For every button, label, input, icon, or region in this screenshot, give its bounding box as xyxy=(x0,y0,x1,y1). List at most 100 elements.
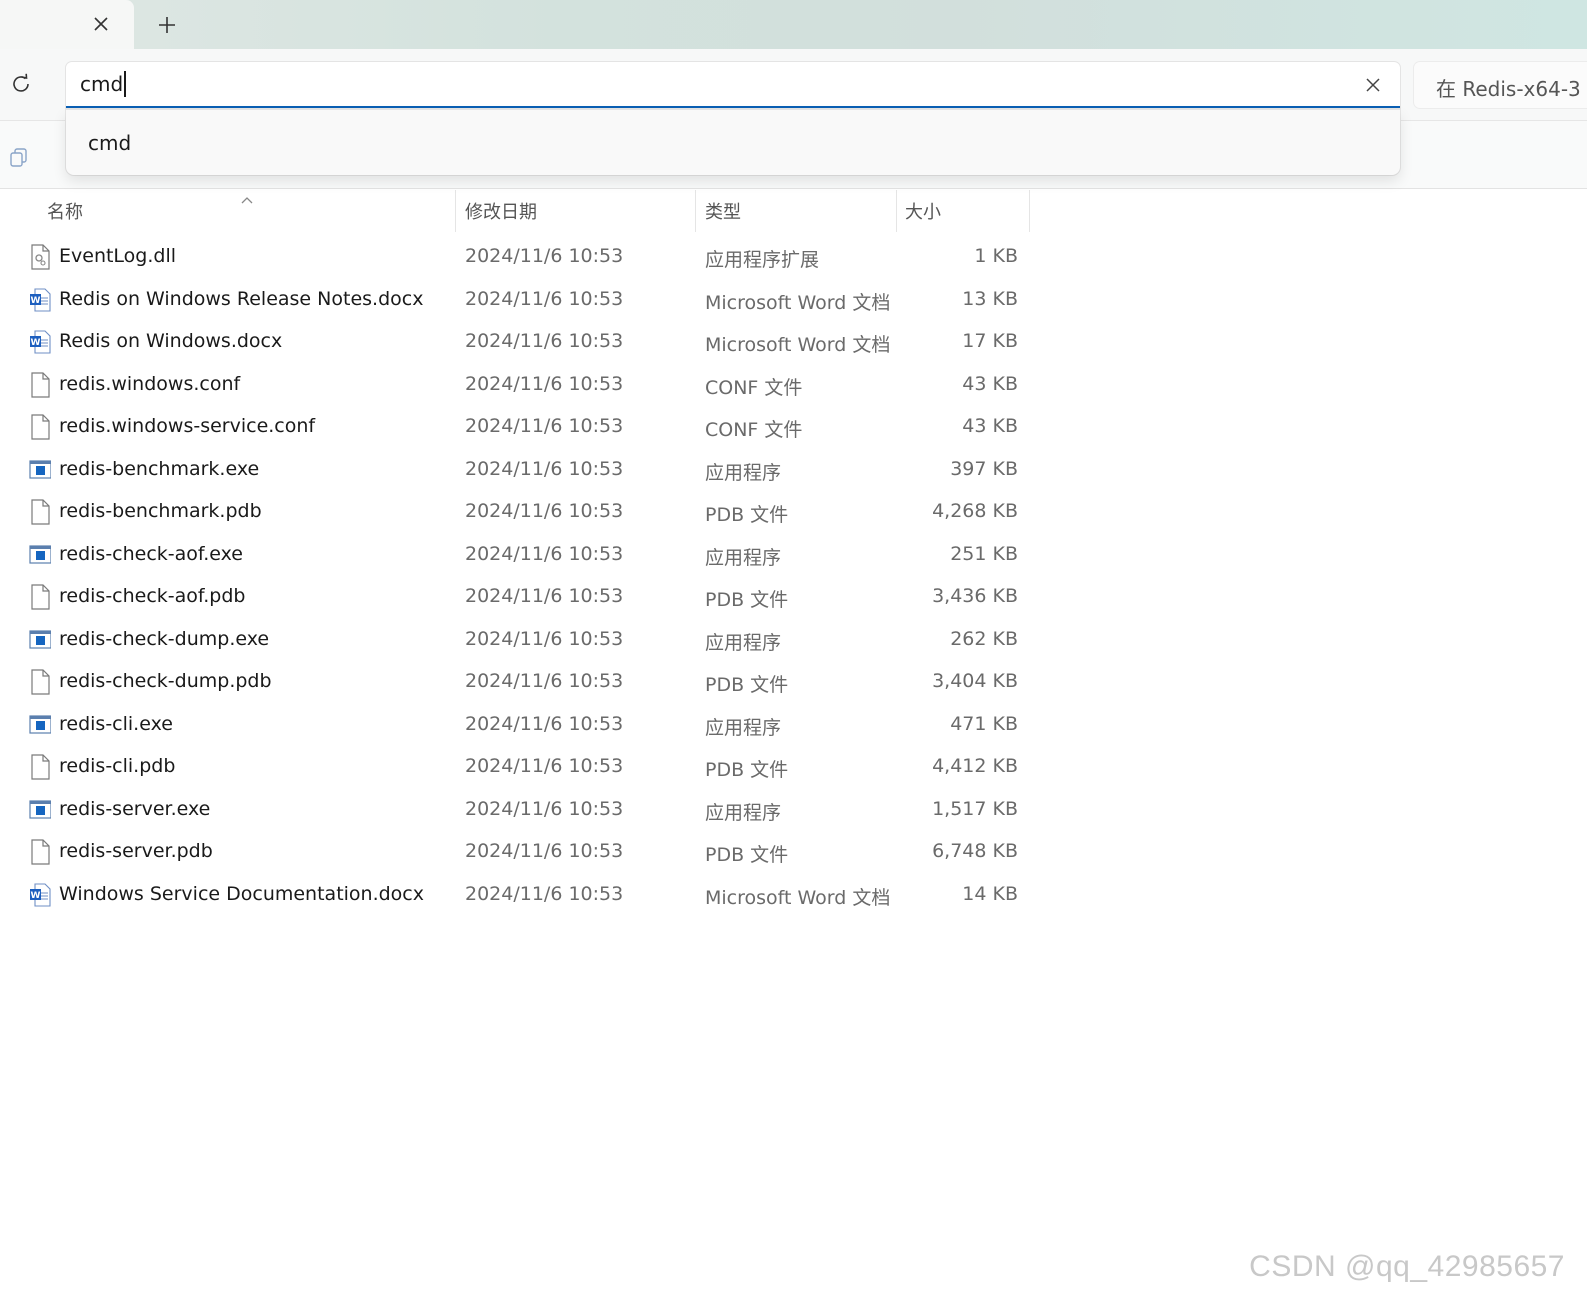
file-size: 13 KB xyxy=(962,287,1018,310)
active-tab[interactable] xyxy=(0,0,134,49)
word-document-icon: W xyxy=(29,329,51,355)
file-type: CONF 文件 xyxy=(705,419,803,441)
file-row[interactable]: redis-check-dump.exe 2024/11/6 10:53 应用程序 2… xyxy=(0,619,1040,661)
column-divider[interactable] xyxy=(896,190,897,232)
suggestion-label: cmd xyxy=(88,130,132,155)
file-row[interactable]: W Windows Service Documentation.docx 2024/… xyxy=(0,874,1040,916)
file-row[interactable]: EventLog.dll 2024/11/6 10:53 应用程序扩展 1 KB xyxy=(0,236,1040,278)
file-row[interactable]: redis-check-aof.exe 2024/11/6 10:53 应用程序 25… xyxy=(0,534,1040,576)
dll-file-icon xyxy=(29,244,51,270)
file-date: 2024/11/6 10:53 xyxy=(465,882,624,905)
exe-app-icon xyxy=(29,712,52,738)
plus-icon xyxy=(159,17,175,33)
text-caret xyxy=(124,71,127,97)
exe-app-icon xyxy=(29,542,52,568)
file-row[interactable]: redis.windows.conf 2024/11/6 10:53 CONF 文件… xyxy=(0,364,1040,406)
file-size: 14 KB xyxy=(962,882,1018,905)
file-date: 2024/11/6 10:53 xyxy=(465,415,624,437)
copy-button[interactable] xyxy=(6,145,32,169)
file-name: Redis on Windows.docx xyxy=(59,330,283,352)
svg-text:W: W xyxy=(31,891,41,901)
blank-file-icon xyxy=(29,669,51,695)
file-name: redis-check-dump.exe xyxy=(59,627,270,650)
clear-address-button[interactable] xyxy=(1360,72,1386,98)
file-type: 应用程序 xyxy=(705,801,782,824)
file-date: 2024/11/6 10:53 xyxy=(465,500,624,522)
file-row[interactable]: redis-check-aof.pdb 2024/11/6 10:53 PDB 文件… xyxy=(0,576,1040,618)
file-name: Redis on Windows Release Notes.docx xyxy=(59,287,424,310)
file-type: PDB 文件 xyxy=(705,844,789,866)
file-type: PDB 文件 xyxy=(705,674,789,696)
file-date: 2024/11/6 10:53 xyxy=(465,287,624,310)
file-type: 应用程序 xyxy=(705,546,782,569)
file-size: 1 KB xyxy=(974,245,1018,267)
column-header-size[interactable]: 大小 xyxy=(905,190,1027,232)
close-icon xyxy=(1366,78,1380,92)
file-type: 应用程序 xyxy=(705,716,782,739)
file-type: CONF 文件 xyxy=(705,376,803,399)
file-type: PDB 文件 xyxy=(705,759,789,781)
file-size: 251 KB xyxy=(950,542,1018,565)
address-value-wrapper: cmd xyxy=(80,71,127,97)
watermark: CSDN @qq_42985657 xyxy=(1249,1250,1565,1283)
file-name: redis-check-aof.pdb xyxy=(59,585,246,607)
file-name: redis-server.exe xyxy=(59,797,211,820)
address-value: cmd xyxy=(80,72,124,96)
refresh-button[interactable] xyxy=(6,69,36,99)
suggestion-item[interactable]: cmd xyxy=(66,110,1400,175)
file-row[interactable]: W Redis on Windows.docx 2024/11/6 10:53 Mic… xyxy=(0,321,1040,363)
file-row[interactable]: redis-benchmark.pdb 2024/11/6 10:53 PDB 文件… xyxy=(0,491,1040,533)
close-tab-button[interactable] xyxy=(89,12,113,36)
file-date: 2024/11/6 10:53 xyxy=(465,670,624,692)
file-size: 6,748 KB xyxy=(932,840,1018,862)
column-header-type[interactable]: 类型 xyxy=(705,190,893,232)
file-row[interactable]: redis-server.exe 2024/11/6 10:53 应用程序 1,517… xyxy=(0,789,1040,831)
file-date: 2024/11/6 10:53 xyxy=(465,712,624,735)
blank-file-icon xyxy=(29,414,51,440)
file-row[interactable]: redis-check-dump.pdb 2024/11/6 10:53 PDB 文… xyxy=(0,661,1040,703)
file-size: 17 KB xyxy=(962,330,1018,352)
file-size: 3,436 KB xyxy=(932,585,1018,607)
file-date: 2024/11/6 10:53 xyxy=(465,755,624,777)
file-row[interactable]: redis-cli.pdb 2024/11/6 10:53 PDB 文件 4,412 … xyxy=(0,746,1040,788)
column-header-name[interactable]: 名称 xyxy=(47,190,452,232)
word-document-icon: W xyxy=(29,287,51,313)
file-type: 应用程序 xyxy=(705,461,782,484)
column-divider[interactable] xyxy=(1029,190,1030,232)
svg-text:W: W xyxy=(31,296,41,306)
file-row[interactable]: redis-benchmark.exe 2024/11/6 10:53 应用程序 39… xyxy=(0,449,1040,491)
file-size: 4,412 KB xyxy=(932,755,1018,777)
exe-app-icon xyxy=(29,797,52,823)
file-row[interactable]: redis-server.pdb 2024/11/6 10:53 PDB 文件 6,7… xyxy=(0,831,1040,873)
close-icon xyxy=(94,17,108,31)
address-input[interactable]: cmd xyxy=(66,62,1400,108)
file-row[interactable]: redis-cli.exe 2024/11/6 10:53 应用程序 471 KB xyxy=(0,704,1040,746)
column-divider[interactable] xyxy=(695,190,696,232)
file-name: redis-cli.pdb xyxy=(59,755,176,777)
column-header-name-label: 名称 xyxy=(47,202,83,223)
exe-app-icon xyxy=(29,457,52,483)
file-date: 2024/11/6 10:53 xyxy=(465,585,624,607)
file-type: PDB 文件 xyxy=(705,589,789,611)
file-size: 1,517 KB xyxy=(932,797,1018,820)
file-explorer-window: cmd 在 Redis-x64-3 cmd 名称 修改日期 类型 大小 Even… xyxy=(0,0,1587,1312)
file-name: redis-check-aof.exe xyxy=(59,542,243,565)
file-type: PDB 文件 xyxy=(705,504,789,526)
search-input[interactable]: 在 Redis-x64-3 xyxy=(1414,62,1587,108)
file-row[interactable]: redis.windows-service.conf 2024/11/6 10:5… xyxy=(0,406,1040,448)
blank-file-icon xyxy=(29,754,51,780)
column-header-date[interactable]: 修改日期 xyxy=(465,190,693,232)
column-divider[interactable] xyxy=(455,190,456,232)
new-tab-button[interactable] xyxy=(154,12,180,38)
column-header-type-label: 类型 xyxy=(705,202,741,223)
blank-file-icon xyxy=(29,499,51,525)
file-name: redis-check-dump.pdb xyxy=(59,670,272,692)
file-size: 397 KB xyxy=(950,457,1018,480)
file-row[interactable]: W Redis on Windows Release Notes.docx 2024… xyxy=(0,279,1040,321)
file-type: Microsoft Word 文档 xyxy=(705,291,891,314)
file-size: 262 KB xyxy=(950,627,1018,650)
file-type: Microsoft Word 文档 xyxy=(705,886,891,909)
tab-bar xyxy=(0,0,1587,49)
file-name: EventLog.dll xyxy=(59,245,177,267)
file-size: 3,404 KB xyxy=(932,670,1018,692)
